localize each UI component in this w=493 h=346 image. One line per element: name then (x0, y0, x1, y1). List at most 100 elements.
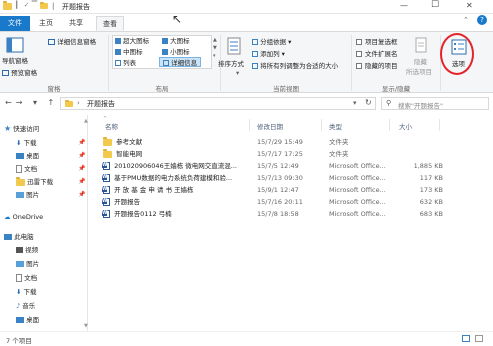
layout-list[interactable]: 列表 (115, 58, 136, 68)
file-name: 智能电网 (116, 150, 143, 158)
file-row[interactable]: 参考文献 15/7/29 15:49 文件夹 (103, 137, 453, 147)
nav-item-documents[interactable]: 文档 📌 (16, 163, 86, 175)
video-icon (16, 247, 23, 253)
file-type: Microsoft Office... (329, 210, 386, 218)
address-path[interactable]: 开题报告 (87, 99, 115, 109)
large-icons-icon (162, 38, 168, 44)
column-header-modified[interactable]: 修改日期 (257, 121, 283, 131)
ribbon: 导航窗格 预览窗格 详细信息窗格 窗格 超大图标 大图标 中图标 小图标 列表 … (0, 31, 493, 93)
column-header-type[interactable]: 类型 (329, 121, 342, 131)
details-pane-button[interactable]: 详细信息窗格 (48, 37, 96, 47)
status-bar: 7 个项目 (0, 331, 493, 346)
file-modified: 15/7/5 12:49 (257, 162, 299, 170)
folder-icon (103, 149, 112, 158)
file-name: 开题报告0112 弓楠 (114, 210, 172, 218)
checkbox-icon (356, 63, 362, 69)
tab-view[interactable]: 查看 (96, 16, 124, 31)
item-checkboxes-toggle[interactable]: 项目复选框 (356, 37, 398, 47)
file-row[interactable]: 开 放 基 金 申 请 书 王嫱栋 15/9/1 12:47 Microsoft… (102, 185, 453, 195)
sort-dropdown-arrow[interactable]: ▾ (236, 68, 239, 78)
nav-this-pc-label: 此电脑 (14, 233, 34, 241)
nav-item-label: 图片 (26, 191, 40, 199)
refresh-icon[interactable]: ↻ (365, 98, 372, 107)
layout-small-icons[interactable]: 小图标 (162, 47, 190, 57)
group-by-button[interactable]: 分组依据 ▾ (252, 37, 291, 47)
nav-item-pictures[interactable]: 图片 📌 (16, 189, 86, 201)
layout-item-label: 列表 (123, 59, 137, 67)
layout-large-icons[interactable]: 大图标 (162, 36, 190, 46)
column-divider (249, 119, 250, 131)
column-header-size[interactable]: 大小 (399, 121, 412, 131)
tab-file[interactable]: 文件 (0, 16, 30, 31)
search-box[interactable]: ⚲ 搜索"开题报告" (381, 97, 489, 110)
folder-app-icon (3, 1, 12, 10)
nav-quick-access[interactable]: ★ 快速访问 (4, 123, 39, 135)
file-extensions-label: 文件扩展名 (365, 50, 398, 58)
quick-access-toolbar[interactable]: ▎ ✓ ▔ (16, 1, 37, 9)
nav-buttons[interactable]: ←→ ▾ ↑ (5, 98, 58, 107)
nav-item-music[interactable]: ♪ 音乐 (16, 300, 35, 312)
nav-onedrive[interactable]: ☁ OneDrive (4, 211, 43, 223)
nav-scroll-up-icon[interactable]: ▲ (84, 118, 88, 124)
file-size: 1,885 KB (413, 162, 443, 170)
nav-scroll-down-icon[interactable]: ▼ (84, 323, 88, 329)
layout-group-label: 布局 (155, 85, 169, 93)
nav-pane-button[interactable]: 导航窗格 (2, 56, 28, 66)
nav-item-pc-download[interactable]: ⬇ 下载 (16, 286, 37, 298)
close-button[interactable]: ✕ (466, 1, 473, 10)
file-row[interactable]: 智能电网 15/7/17 17:25 文件夹 (103, 149, 453, 159)
large-icons-view-icon[interactable] (475, 335, 483, 342)
word-document-icon (102, 210, 110, 218)
nav-item-label: 下载 (23, 288, 37, 296)
address-bar[interactable]: › 开题报告 ▾ ↻ (60, 97, 376, 110)
current-view-group-label: 当前视图 (273, 85, 299, 93)
nav-item-desktop[interactable]: 桌面 📌 (16, 150, 86, 162)
sort-by-button[interactable]: 排序方式 (218, 59, 244, 69)
file-modified: 15/7/29 15:49 (257, 138, 303, 146)
hidden-items-toggle[interactable]: 隐藏的项目 (356, 61, 398, 71)
layout-details[interactable]: 详细信息 (159, 57, 202, 67)
hide-selected-icon (414, 37, 428, 54)
hide-selected-button[interactable]: 隐藏 (414, 57, 427, 67)
tab-share[interactable]: 共享 (64, 16, 88, 31)
column-divider (389, 119, 390, 131)
column-divider (439, 119, 440, 131)
nav-item-download[interactable]: ⬇ 下载 📌 (16, 137, 86, 149)
minimize-button[interactable]: — (400, 1, 408, 10)
nav-this-pc[interactable]: 此电脑 (4, 231, 34, 243)
preview-pane-button[interactable]: 预览窗格 (2, 68, 37, 78)
tab-home[interactable]: 主页 (34, 16, 58, 31)
nav-pane-icon (4, 36, 26, 56)
file-row[interactable]: 基于PMU数据的电力系统负荷建模和验... 15/7/13 09:30 Micr… (102, 173, 453, 183)
column-header-name[interactable]: 名称 (105, 121, 118, 131)
collapse-ribbon-icon[interactable]: ⌃ (463, 16, 469, 24)
nav-item-videos[interactable]: 视频 (16, 244, 38, 256)
file-name: 基于PMU数据的电力系统负荷建模和验... (114, 174, 233, 182)
help-icon[interactable]: ? (477, 15, 487, 25)
address-dropdown-icon[interactable]: ▾ (353, 99, 357, 107)
file-size: 632 KB (419, 198, 443, 206)
file-row[interactable]: 开题报告0112 弓楠 15/7/8 18:58 Microsoft Offic… (102, 209, 453, 219)
document-icon (16, 274, 22, 282)
nav-item-pc-pictures[interactable]: 图片 (16, 258, 39, 270)
add-columns-button[interactable]: 添加列 ▾ (252, 49, 285, 59)
nav-onedrive-label: OneDrive (12, 213, 44, 221)
maximize-button[interactable]: ☐ (431, 0, 439, 10)
nav-item-label: 音乐 (22, 302, 36, 310)
file-row[interactable]: 201020906046王嫱栋 微电网交直流混... 15/7/5 12:49 … (102, 161, 453, 171)
hidden-items-label: 隐藏的项目 (365, 62, 398, 70)
fit-columns-icon (252, 63, 258, 69)
item-count: 7 个项目 (6, 337, 32, 345)
nav-item-pc-documents[interactable]: 文档 (16, 272, 37, 284)
fit-columns-button[interactable]: 将所有列调整为合适的大小 (252, 61, 338, 71)
layout-scroll-arrows[interactable]: ▲ ▼ ▾ (213, 36, 217, 60)
file-row[interactable]: 开题报告 15/7/16 20:11 Microsoft Office... 6… (102, 197, 453, 207)
layout-medium-icons[interactable]: 中图标 (115, 47, 143, 57)
nav-item-pc-desktop[interactable]: 桌面 (16, 314, 39, 326)
nav-item-thunder-download[interactable]: 迅雷下载 📌 (16, 176, 86, 188)
add-columns-icon (252, 51, 258, 57)
fit-columns-label: 将所有列调整为合适的大小 (260, 62, 339, 70)
details-view-icon[interactable] (462, 335, 470, 342)
file-extensions-toggle[interactable]: 文件扩展名 (356, 49, 398, 59)
layout-extra-large-icons[interactable]: 超大图标 (115, 36, 149, 46)
